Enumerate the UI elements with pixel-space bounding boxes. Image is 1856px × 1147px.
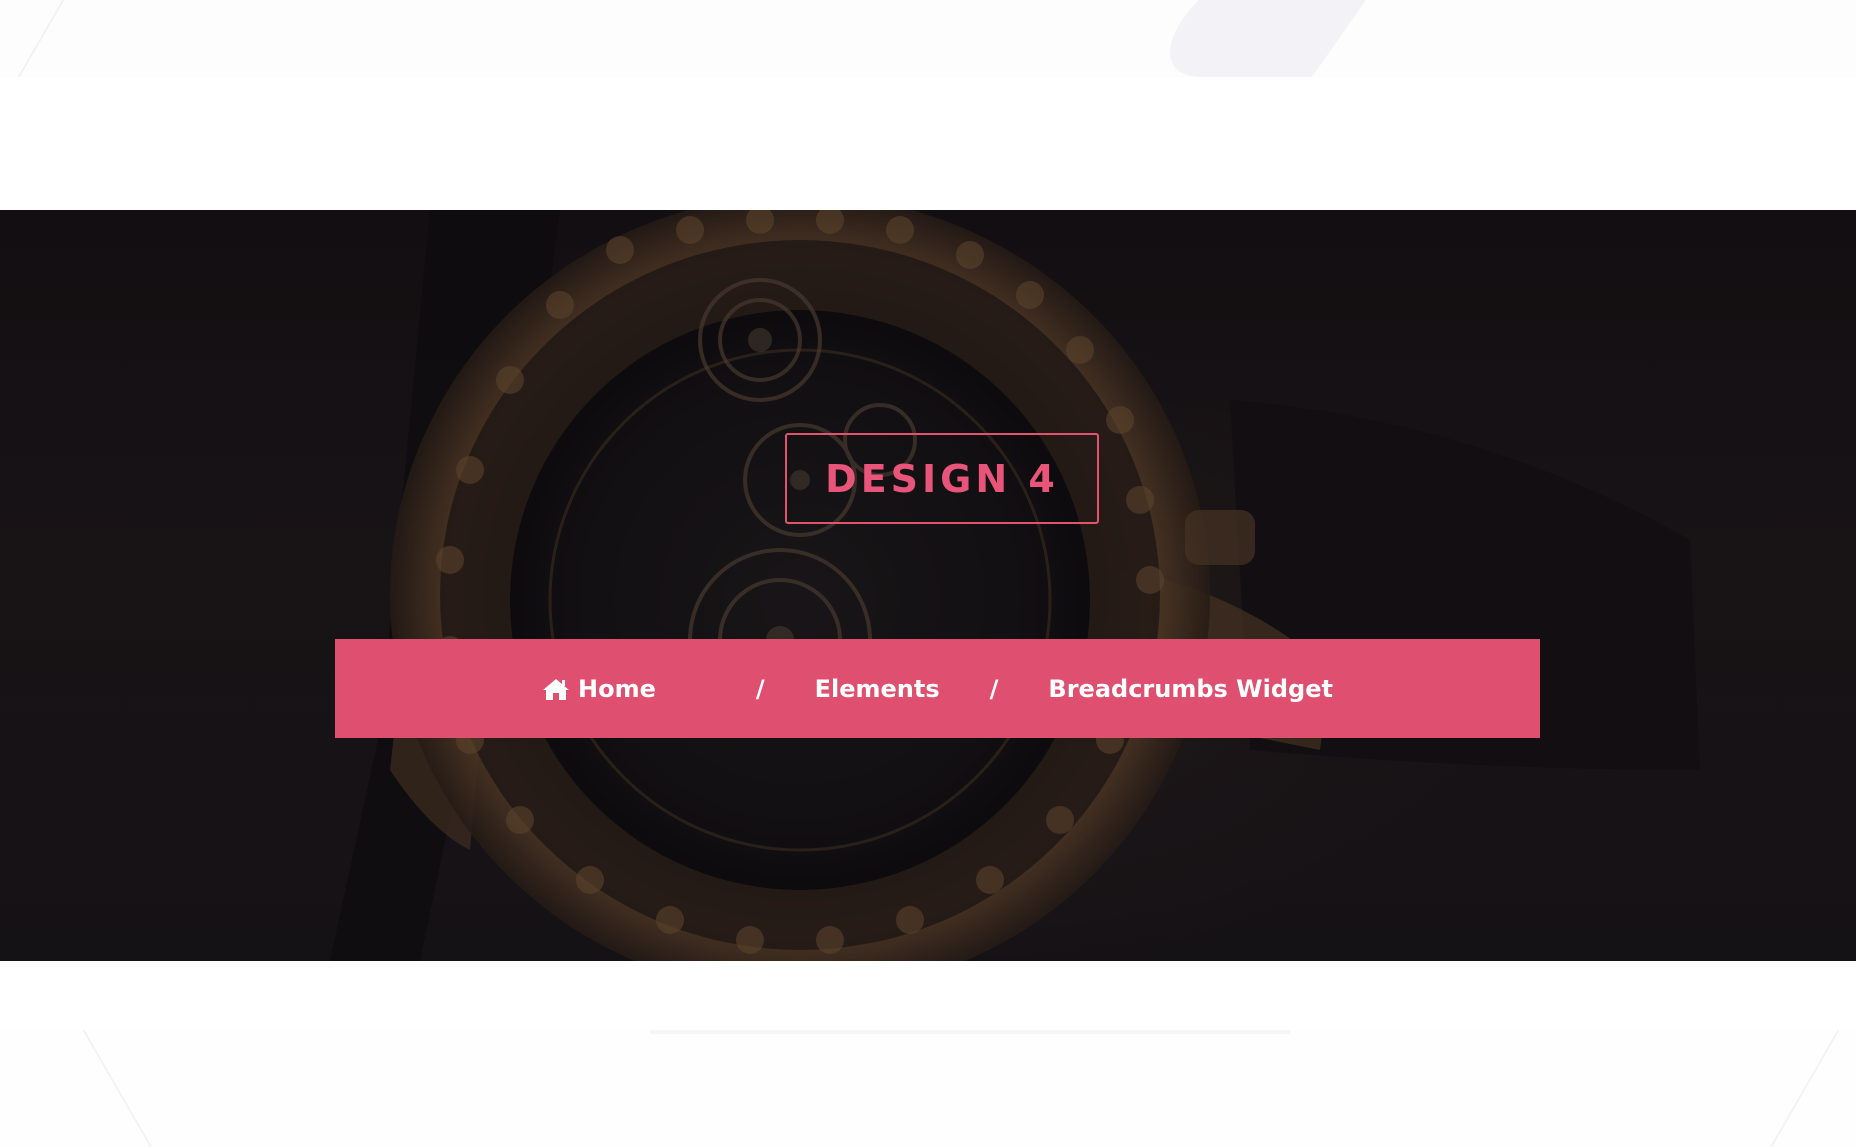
decorative-line (17, 0, 65, 77)
decorative-line (1762, 1030, 1840, 1147)
home-icon (543, 678, 569, 700)
banner-title-box: DESIGN 4 (785, 433, 1099, 524)
decorative-line (82, 1030, 160, 1147)
breadcrumb: Home / Elements / Breadcrumbs Widget (335, 639, 1540, 738)
hero-banner (0, 210, 1856, 961)
breadcrumb-current-page: Breadcrumbs Widget (1048, 675, 1333, 703)
banner-title: DESIGN 4 (825, 456, 1059, 501)
breadcrumb-separator: / (989, 674, 999, 703)
breadcrumb-separator: / (755, 674, 765, 703)
breadcrumb-elements-label: Elements (814, 674, 940, 703)
breadcrumb-current-label: Breadcrumbs Widget (1048, 674, 1333, 703)
decorative-shape (1142, 0, 1394, 77)
bottom-decorative-area (0, 1030, 1856, 1147)
breadcrumb-home-link[interactable]: Home (542, 675, 656, 703)
decorative-band (650, 1030, 1290, 1034)
breadcrumb-elements-link[interactable]: Elements (815, 675, 940, 703)
hero-dark-overlay (0, 210, 1856, 961)
breadcrumb-home-label: Home (578, 674, 656, 703)
top-decorative-area (0, 0, 1856, 77)
